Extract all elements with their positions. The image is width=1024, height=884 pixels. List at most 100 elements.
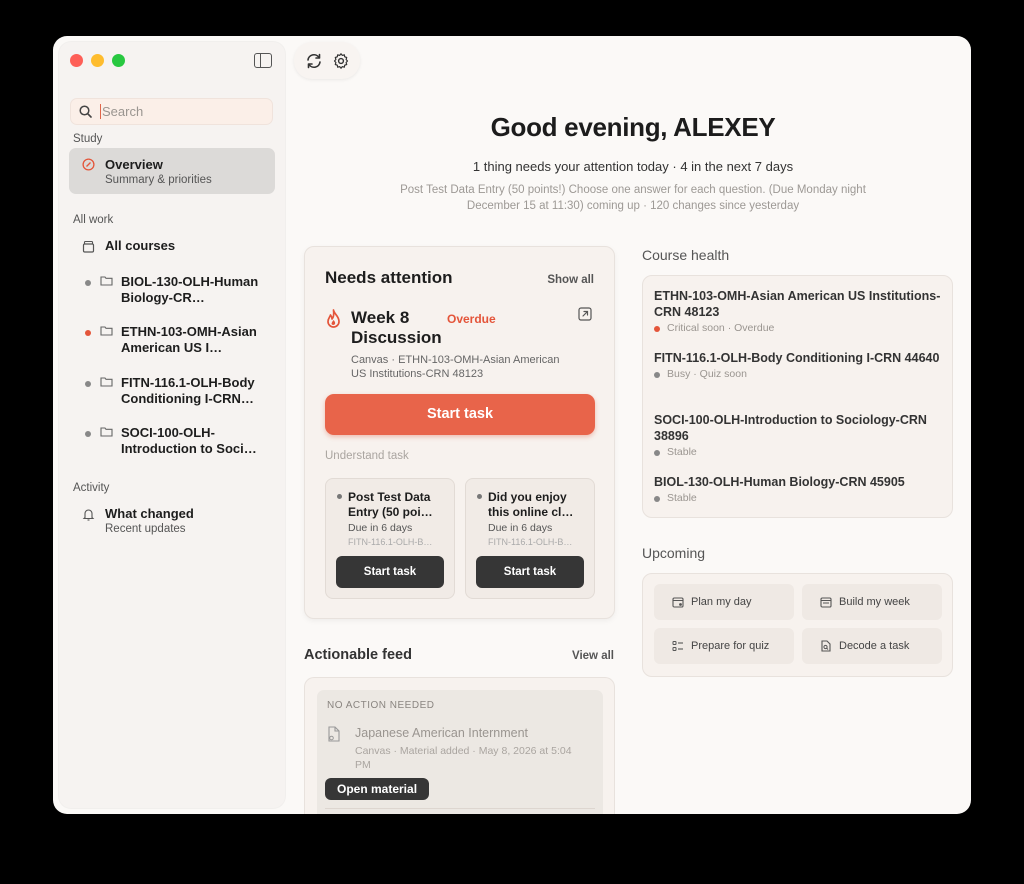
upcoming-summary: Post Test Data Entry (50 points!) Choose…: [400, 184, 866, 212]
course-health-item[interactable]: SOCI-100-OLH-Introduction to Sociology-C…: [654, 412, 944, 458]
folder-icon: [100, 326, 113, 336]
course-health-status: Busy · Quiz soon: [654, 368, 944, 380]
sidebar-course-item[interactable]: FITN-116.1-OLH-Body Conditioning I-CRN…: [69, 375, 275, 407]
task-card-due: Due in 6 days: [488, 522, 553, 534]
sync-icon[interactable]: [305, 52, 323, 70]
close-window-button[interactable]: [70, 54, 83, 67]
attention-summary: 1 thing needs your attention today · 4 i…: [472, 159, 794, 174]
task-status-dot: [337, 494, 342, 499]
plan-my-day-label: Plan my day: [691, 596, 752, 608]
view-all-link[interactable]: View all: [572, 650, 614, 662]
checklist-icon: [672, 641, 683, 651]
task-card-title: Did you enjoy this online cl…: [488, 490, 574, 519]
upcoming-card: Plan my day Build my week Prepare for qu…: [642, 573, 953, 677]
feed-group-label: NO ACTION NEEDED: [327, 700, 435, 711]
document-icon: [328, 726, 340, 742]
overview-subtitle: Summary & priorities: [105, 174, 212, 186]
minimize-window-button[interactable]: [91, 54, 104, 67]
task-meta: Canvas · ETHN-103-OMH-Asian American US …: [351, 354, 560, 380]
task-status-dot: [477, 494, 482, 499]
course-health-card: ETHN-103-OMH-Asian American US Instituti…: [642, 275, 953, 518]
search-box[interactable]: [70, 98, 273, 125]
course-health-item[interactable]: BIOL-130-OLH-Human Biology-CRN 45905 Sta…: [654, 474, 944, 504]
all-courses-title: All courses: [105, 238, 176, 253]
divider: [325, 808, 595, 809]
archive-icon: [82, 240, 95, 253]
task-card-course: FITN-116.1-OLH-B…: [348, 537, 433, 547]
sidebar-course-item[interactable]: ETHN-103-OMH-Asian American US I…: [69, 324, 275, 356]
gear-icon[interactable]: [332, 52, 350, 70]
document-search-icon: [821, 640, 831, 652]
sidebar-item-overview[interactable]: Overview Summary & priorities: [69, 148, 275, 194]
calendar-week-icon: [820, 597, 832, 608]
course-status-dot: [85, 381, 91, 387]
zoom-window-button[interactable]: [112, 54, 125, 67]
search-icon: [79, 105, 92, 118]
task-card[interactable]: Did you enjoy this online cl… Due in 6 d…: [465, 478, 595, 599]
task-card-start-button[interactable]: Start task: [336, 556, 444, 588]
course-title: SOCI-100-OLH-Introduction to Soci…: [121, 425, 257, 456]
course-health-heading: Course health: [642, 247, 730, 263]
build-my-week-label: Build my week: [839, 596, 910, 608]
greeting-heading: Good evening, ALEXEY: [490, 112, 776, 142]
plan-my-day-button[interactable]: Plan my day: [654, 584, 794, 620]
prepare-for-quiz-label: Prepare for quiz: [691, 640, 770, 652]
sidebar-course-item[interactable]: SOCI-100-OLH-Introduction to Soci…: [69, 425, 275, 457]
what-changed-title: What changed: [105, 506, 194, 521]
course-title: ETHN-103-OMH-Asian American US I…: [121, 324, 257, 355]
task-card-title: Post Test Data Entry (50 poi…: [348, 490, 433, 519]
course-status-dot: [85, 330, 91, 336]
feed-item-title[interactable]: Japanese American Internment: [355, 726, 528, 740]
needs-attention-card: Needs attention Show all Week 8 Discussi…: [304, 246, 615, 619]
build-my-week-button[interactable]: Build my week: [802, 584, 942, 620]
course-title: FITN-116.1-OLH-Body Conditioning I-CRN…: [121, 375, 255, 406]
task-title[interactable]: Week 8 Discussion: [351, 308, 451, 348]
feed-group: NO ACTION NEEDED Japanese American Inter…: [317, 690, 603, 814]
allwork-section-label: All work: [73, 214, 114, 226]
open-external-icon[interactable]: [578, 307, 592, 321]
course-health-status: Stable: [654, 492, 944, 504]
task-card[interactable]: Post Test Data Entry (50 poi… Due in 6 d…: [325, 478, 455, 599]
sidebar-course-item[interactable]: BIOL-130-OLH-Human Biology-CR…: [69, 274, 275, 306]
toolbar: [294, 42, 360, 79]
decode-a-task-label: Decode a task: [839, 640, 910, 652]
course-health-status: Critical soon · Overdue: [654, 322, 944, 334]
course-status-dot: [85, 431, 91, 437]
overview-title: Overview: [105, 157, 163, 172]
course-health-title: SOCI-100-OLH-Introduction to Sociology-C…: [654, 413, 927, 443]
course-title: BIOL-130-OLH-Human Biology-CR…: [121, 274, 259, 305]
start-task-button[interactable]: Start task: [325, 394, 595, 435]
feed-heading: Actionable feed: [304, 647, 412, 663]
folder-icon: [100, 427, 113, 437]
course-health-item[interactable]: FITN-116.1-OLH-Body Conditioning I-CRN 4…: [654, 350, 944, 380]
sidebar-item-what-changed[interactable]: What changed Recent updates: [69, 497, 275, 543]
folder-icon: [100, 276, 113, 286]
course-health-title: FITN-116.1-OLH-Body Conditioning I-CRN 4…: [654, 351, 940, 365]
task-card-course: FITN-116.1-OLH-B…: [488, 537, 573, 547]
needs-attention-heading: Needs attention: [325, 268, 453, 287]
decode-a-task-button[interactable]: Decode a task: [802, 628, 942, 664]
sidebar-toggle-icon[interactable]: [254, 53, 272, 68]
calendar-icon: [672, 597, 684, 608]
actionable-feed: NO ACTION NEEDED Japanese American Inter…: [304, 677, 615, 814]
overdue-badge: Overdue: [447, 312, 496, 326]
course-health-title: ETHN-103-OMH-Asian American US Instituti…: [654, 289, 941, 319]
sidebar-item-all-courses[interactable]: All courses: [69, 230, 275, 262]
what-changed-subtitle: Recent updates: [105, 523, 186, 535]
show-all-link[interactable]: Show all: [547, 274, 594, 286]
search-input[interactable]: [100, 104, 260, 119]
open-material-button[interactable]: Open material: [325, 778, 430, 800]
course-health-item[interactable]: ETHN-103-OMH-Asian American US Instituti…: [654, 288, 944, 334]
task-card-due: Due in 6 days: [348, 522, 413, 534]
compass-icon: [82, 158, 95, 171]
activity-section-label: Activity: [73, 482, 110, 494]
understand-task-label: Understand task: [325, 450, 409, 462]
prepare-for-quiz-button[interactable]: Prepare for quiz: [654, 628, 794, 664]
study-section-label: Study: [73, 133, 103, 145]
course-health-title: BIOL-130-OLH-Human Biology-CRN 45905: [654, 475, 905, 489]
task-card-start-button[interactable]: Start task: [476, 556, 584, 588]
window-controls: [70, 54, 125, 67]
feed-item-meta: Canvas · Material added · May 8, 2026 at…: [355, 745, 572, 771]
upcoming-heading: Upcoming: [642, 545, 706, 561]
folder-icon: [100, 377, 113, 387]
